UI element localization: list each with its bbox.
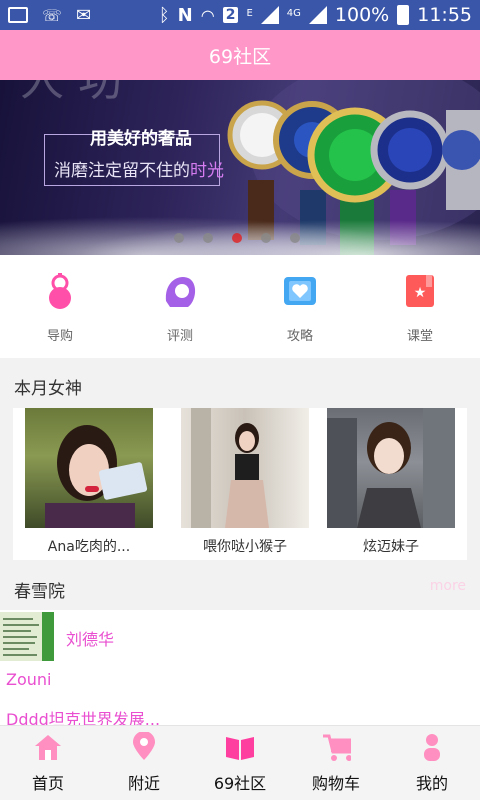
carousel-dot[interactable] [261, 233, 271, 243]
more-link[interactable]: more [430, 578, 466, 594]
gourd-icon [40, 271, 80, 311]
heart-card-icon [280, 271, 320, 311]
bottom-nav: 首页 附近 69社区 购物车 我的 [0, 725, 480, 800]
category-review[interactable]: 评测 [120, 255, 240, 358]
person-icon [417, 732, 447, 762]
nav-label: 首页 [31, 774, 64, 793]
carousel-dot-active[interactable] [232, 233, 242, 243]
banner-slogan-2: 消磨注定留不住的时光 [54, 156, 224, 181]
category-label: 课堂 [406, 329, 433, 344]
post-title[interactable]: Zouni [6, 670, 51, 689]
nav-home[interactable]: 首页 [0, 726, 96, 800]
banner-slogan-highlight: 时光 [190, 161, 224, 181]
category-label: 攻略 [286, 329, 313, 344]
promo-banner[interactable]: 人 功 用美好的奢品 消磨注定留不住的时光 [0, 80, 480, 255]
app-header: 69社区 [0, 30, 480, 80]
nav-label: 69社区 [213, 774, 267, 793]
nfc-icon: N [177, 4, 193, 26]
battery-level: 100% [334, 4, 390, 26]
image-icon [8, 7, 28, 23]
banner-slogan-1: 用美好的奢品 [90, 129, 192, 149]
bluetooth-icon: ᛒ [158, 4, 170, 26]
goddess-photo [327, 408, 455, 528]
book-icon [225, 732, 255, 762]
goddess-item[interactable]: 喂你哒小猴子 [181, 408, 309, 556]
sim-indicator: 2 [222, 7, 239, 23]
clock: 11:55 [417, 4, 472, 26]
wifi-icon: ◠ [200, 5, 215, 25]
missed-call-icon: ☏ [42, 5, 63, 25]
nav-nearby[interactable]: 附近 [96, 726, 192, 800]
goddess-item[interactable]: Ana吃肉的... [25, 408, 153, 556]
post-list: 刘德华 Zouni Dddd坦克世界发展... [0, 610, 480, 729]
carousel-dot[interactable] [290, 233, 300, 243]
category-guide[interactable]: 导购 [0, 255, 120, 358]
signal-icon [260, 6, 279, 24]
goddess-carousel: Ana吃肉的... 喂你哒小猴子 炫迈妹子 [13, 408, 467, 560]
post-title[interactable]: 刘德华 [66, 626, 114, 650]
category-row: 导购 评测 攻略 ★ 课堂 [0, 255, 480, 358]
goddess-name: 喂你哒小猴子 [203, 539, 287, 555]
location-pin-icon [129, 732, 159, 762]
nav-profile[interactable]: 我的 [384, 726, 480, 800]
banner-slogan-2-text: 消磨注定留不住的 [54, 161, 190, 181]
nav-cart[interactable]: 购物车 [288, 726, 384, 800]
svg-text:★: ★ [414, 285, 427, 301]
nav-label: 购物车 [311, 774, 360, 793]
category-label: 评测 [166, 329, 193, 344]
section-title-goddess: 本月女神 [14, 379, 82, 399]
goddess-name: Ana吃肉的... [47, 539, 131, 555]
battery-icon [397, 5, 410, 25]
cart-icon [321, 732, 351, 762]
nav-community[interactable]: 69社区 [192, 726, 288, 800]
carousel-dot[interactable] [174, 233, 184, 243]
carousel-indicator [174, 233, 300, 243]
section-title-spring-snow: 春雪院 [14, 582, 65, 602]
category-classroom[interactable]: ★ 课堂 [360, 255, 480, 358]
goddess-item[interactable]: 炫迈妹子 [327, 408, 455, 556]
goddess-photo [181, 408, 309, 528]
category-label: 导购 [46, 329, 73, 344]
signal-icon-2 [308, 6, 327, 24]
svg-text:人 功: 人 功 [20, 80, 122, 106]
nav-label: 我的 [415, 774, 448, 793]
goddess-photo [25, 408, 153, 528]
status-bar: ☏ ✉ ᛒ N ◠ 2 E 4G 100% 11:55 [0, 0, 480, 30]
goddess-name: 炫迈妹子 [363, 539, 419, 555]
page-title: 69社区 [208, 45, 272, 68]
woman-profile-icon [160, 271, 200, 311]
home-icon [33, 732, 63, 762]
nav-label: 附近 [127, 774, 160, 793]
data-indicator: E [246, 8, 253, 19]
bookmark-star-icon: ★ [400, 271, 440, 311]
mail-icon: ✉ [76, 4, 92, 26]
network-type: 4G [286, 8, 301, 19]
carousel-dot[interactable] [203, 233, 213, 243]
post-thumbnail[interactable] [0, 612, 54, 661]
category-strategy[interactable]: 攻略 [240, 255, 360, 358]
